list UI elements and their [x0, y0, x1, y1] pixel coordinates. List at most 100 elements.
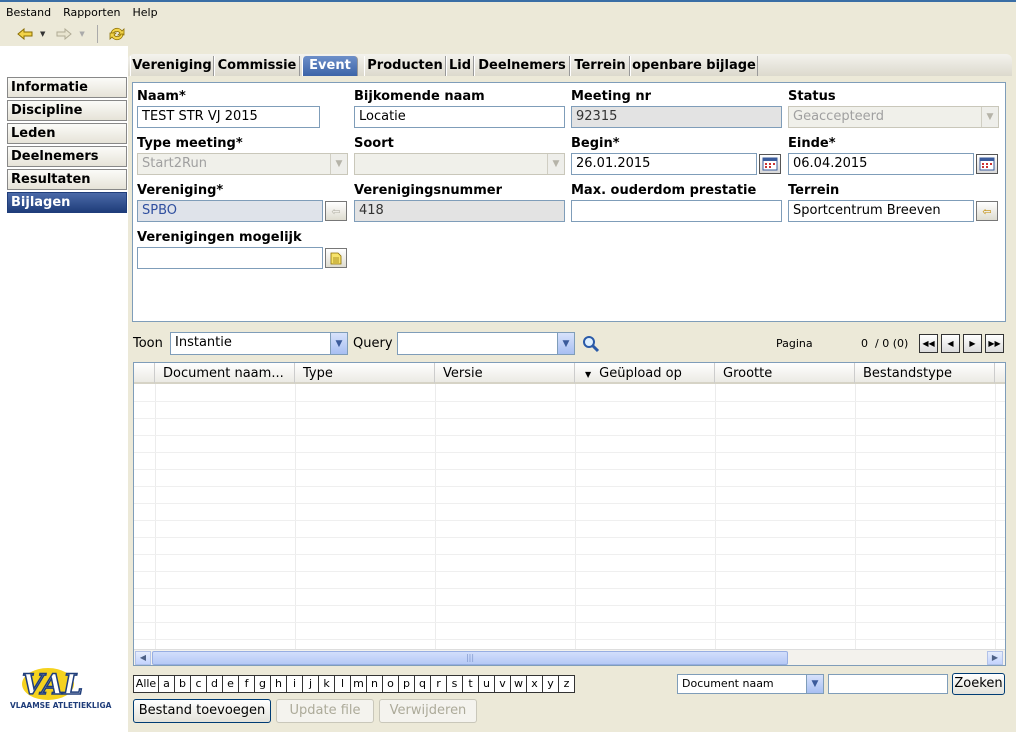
tab-terrein[interactable]: Terrein [570, 56, 630, 76]
tab-event[interactable]: Event [302, 56, 358, 76]
column-header-bestandstype[interactable]: Bestandstype [855, 363, 995, 384]
alphabet-letter-button[interactable]: w [510, 675, 527, 693]
zoeken-button[interactable]: Zoeken [952, 673, 1005, 695]
alphabet-letter-button[interactable]: e [222, 675, 239, 693]
alphabet-letter-button[interactable]: t [462, 675, 479, 693]
begin-date-input[interactable]: 26.01.2015 [571, 153, 757, 175]
tab-openbare-bijlage[interactable]: openbare bijlage [630, 56, 758, 76]
column-header-versie[interactable]: Versie [435, 363, 575, 384]
naam-input[interactable]: TEST STR VJ 2015 [137, 106, 320, 128]
alphabet-letter-button[interactable]: u [478, 675, 495, 693]
alphabet-letter-button[interactable]: y [542, 675, 559, 693]
last-page-icon[interactable]: ▶▶ [985, 334, 1004, 353]
menu-rapporten[interactable]: Rapporten [63, 6, 120, 19]
chevron-down-icon[interactable]: ▼ [557, 333, 574, 354]
einde-date-input[interactable]: 06.04.2015 [788, 153, 974, 175]
sidebar-item-discipline[interactable]: Discipline [7, 100, 127, 121]
type-meeting-label: Type meeting* [137, 136, 243, 151]
menu-bestand[interactable]: Bestand [6, 6, 51, 19]
horizontal-scrollbar[interactable]: ◀ ||| ▶ [134, 649, 1005, 665]
alphabet-letter-button[interactable]: i [286, 675, 303, 693]
vereniging-label: Vereniging* [137, 183, 224, 198]
bijkomende-naam-label: Bijkomende naam [354, 89, 485, 104]
chevron-down-icon[interactable]: ▼ [806, 675, 823, 693]
bijkomende-naam-input[interactable]: Locatie [354, 106, 565, 128]
alphabet-letter-button[interactable]: z [558, 675, 575, 693]
row-selector-header [134, 363, 155, 384]
chevron-down-icon: ▼ [981, 107, 998, 127]
grid-row-line [134, 452, 1005, 453]
sidebar-item-resultaten[interactable]: Resultaten [7, 169, 127, 190]
first-page-icon[interactable]: ◀◀ [919, 334, 938, 353]
grid-divider [575, 384, 576, 650]
scroll-thumb[interactable]: ||| [152, 651, 788, 665]
alphabet-letter-button[interactable]: x [526, 675, 543, 693]
alphabet-letter-button[interactable]: h [270, 675, 287, 693]
menu-help[interactable]: Help [132, 6, 157, 19]
alphabet-letter-button[interactable]: k [318, 675, 335, 693]
alphabet-letter-button[interactable]: p [398, 675, 415, 693]
query-select[interactable]: ▼ [397, 332, 575, 355]
alphabet-letter-button[interactable]: j [302, 675, 319, 693]
back-dropdown-icon[interactable]: ▼ [40, 30, 45, 38]
column-header-type[interactable]: Type [295, 363, 435, 384]
alphabet-letter-button[interactable]: f [238, 675, 255, 693]
alphabet-letter-button[interactable]: m [350, 675, 367, 693]
sidebar-item-informatie[interactable]: Informatie [7, 77, 127, 98]
scroll-left-icon[interactable]: ◀ [135, 651, 151, 665]
alphabet-letter-button[interactable]: q [414, 675, 431, 693]
sidebar-item-leden[interactable]: Leden [7, 123, 127, 144]
alphabet-letter-button[interactable]: l [334, 675, 351, 693]
search-icon[interactable] [582, 335, 600, 353]
grid-row-line [134, 469, 1005, 470]
refresh-icon[interactable] [106, 25, 128, 43]
calendar-icon[interactable] [759, 154, 781, 174]
tab-vereniging[interactable]: Vereniging [130, 56, 214, 76]
search-field-select[interactable]: Document naam ▼ [677, 674, 824, 694]
svg-text:VLAAMSE ATLETIEKLIGA: VLAAMSE ATLETIEKLIGA [10, 701, 112, 710]
alphabet-letter-button[interactable]: d [206, 675, 223, 693]
svg-text:VAL: VAL [22, 668, 83, 701]
next-page-icon[interactable]: ▶ [963, 334, 982, 353]
einde-label: Einde* [788, 136, 836, 151]
column-header-geupload-op[interactable]: ▼ Geüpload op [575, 363, 715, 384]
alphabet-letter-button[interactable]: b [174, 675, 191, 693]
grid-row-line [134, 503, 1005, 504]
toon-select[interactable]: Instantie ▼ [170, 332, 348, 355]
tab-commissie[interactable]: Commissie [214, 56, 300, 76]
alphabet-letter-button[interactable]: n [366, 675, 383, 693]
alphabet-letter-button[interactable]: g [254, 675, 271, 693]
note-icon[interactable] [325, 248, 347, 268]
sidebar-item-deelnemers[interactable]: Deelnemers [7, 146, 127, 167]
alphabet-letter-button[interactable]: r [430, 675, 447, 693]
grid-row-line [134, 571, 1005, 572]
tab-producten[interactable]: Producten [364, 56, 446, 76]
search-input[interactable] [828, 674, 948, 694]
alphabet-letter-button[interactable]: o [382, 675, 399, 693]
terrein-input[interactable]: Sportcentrum Breeven [788, 200, 974, 222]
arrow-right-icon [53, 25, 75, 43]
alphabet-letter-button[interactable]: s [446, 675, 463, 693]
sidebar-item-bijlagen[interactable]: Bijlagen [7, 192, 127, 213]
grid-divider [155, 384, 156, 650]
meeting-nr-field: 92315 [571, 106, 782, 128]
column-header-grootte[interactable]: Grootte [715, 363, 855, 384]
alphabet-letter-button[interactable]: c [190, 675, 207, 693]
prev-page-icon[interactable]: ◀ [941, 334, 960, 353]
grid-row-line [134, 639, 1005, 640]
tab-deelnemers[interactable]: Deelnemers [474, 56, 570, 76]
column-header-document-naam[interactable]: Document naam... [155, 363, 295, 384]
alphabet-all-button[interactable]: Alle [133, 675, 159, 693]
chevron-down-icon[interactable]: ▼ [330, 333, 347, 354]
verenigingen-mogelijk-input[interactable] [137, 247, 323, 269]
add-file-button[interactable]: Bestand toevoegen [133, 699, 271, 723]
alphabet-letter-button[interactable]: a [158, 675, 175, 693]
select-arrow-icon[interactable]: ⇦ [976, 201, 998, 221]
max-ouderdom-input[interactable] [571, 200, 782, 222]
scroll-right-icon[interactable]: ▶ [987, 651, 1003, 665]
naam-label: Naam* [137, 89, 186, 104]
calendar-icon[interactable] [976, 154, 998, 174]
tab-lid[interactable]: Lid [446, 56, 474, 76]
alphabet-letter-button[interactable]: v [494, 675, 511, 693]
arrow-left-icon[interactable] [14, 25, 36, 43]
